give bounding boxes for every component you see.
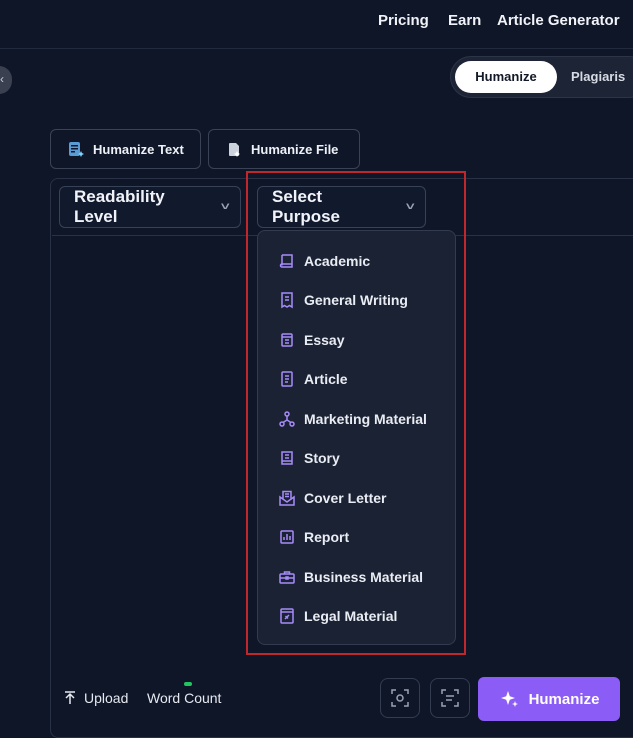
- purpose-option-label: Academic: [304, 253, 371, 269]
- legal-icon: [280, 608, 294, 624]
- purpose-option-marketing-material[interactable]: Marketing Material: [278, 407, 427, 431]
- chevron-left-icon: ‹: [0, 72, 4, 86]
- purpose-option-label: Article: [304, 371, 348, 387]
- upload-icon: [65, 691, 75, 704]
- mode-plagiarism-button[interactable]: Plagiaris: [571, 61, 625, 93]
- nav-earn[interactable]: Earn: [448, 12, 481, 29]
- sidebar-toggle-button[interactable]: ‹: [0, 66, 12, 94]
- purpose-option-academic[interactable]: Academic: [278, 249, 370, 273]
- nav-article-generator[interactable]: Article Generator: [497, 12, 620, 29]
- chevron-down-icon: ˅: [405, 201, 415, 213]
- upload-label: Upload: [84, 690, 129, 706]
- readability-level-select[interactable]: Readability Level ˅: [59, 186, 241, 228]
- word-count-indicator: [184, 682, 192, 686]
- purpose-option-label: Legal Material: [304, 608, 398, 624]
- file-icon: [229, 143, 240, 157]
- tab-humanize-text-label: Humanize Text: [93, 141, 184, 157]
- purpose-option-label: General Writing: [304, 292, 408, 308]
- text-doc-icon: [69, 142, 84, 157]
- mode-humanize-button[interactable]: Humanize: [455, 61, 557, 93]
- tab-humanize-text[interactable]: Humanize Text: [50, 129, 201, 169]
- purpose-option-essay[interactable]: Essay: [278, 328, 344, 352]
- report-chart-icon: [280, 530, 294, 544]
- book-icon: [279, 254, 293, 268]
- story-book-icon: [281, 451, 293, 465]
- purpose-option-report[interactable]: Report: [278, 525, 349, 549]
- text-scan-icon: [441, 689, 459, 707]
- purpose-option-label: Cover Letter: [304, 490, 387, 506]
- purpose-option-cover-letter[interactable]: Cover Letter: [278, 486, 386, 510]
- select-purpose-label: Select Purpose: [272, 187, 341, 226]
- select-purpose-dropdown[interactable]: Select Purpose ˅: [257, 186, 426, 228]
- purpose-option-business-material[interactable]: Business Material: [278, 565, 423, 589]
- purpose-option-label: Story: [304, 450, 340, 466]
- purpose-option-legal-material[interactable]: Legal Material: [278, 604, 397, 628]
- humanize-button-label: Humanize: [528, 690, 600, 708]
- essay-icon: [281, 333, 293, 347]
- purpose-option-label: Marketing Material: [304, 411, 427, 427]
- purpose-option-general-writing[interactable]: General Writing: [278, 288, 408, 312]
- sparkle-icon: [500, 691, 518, 707]
- purpose-option-label: Report: [304, 529, 350, 545]
- word-count-label: Word Count: [147, 690, 222, 706]
- chevron-down-icon: ˅: [220, 201, 230, 213]
- nav-pricing[interactable]: Pricing: [378, 12, 429, 29]
- text-scan-button[interactable]: [430, 678, 470, 718]
- scan-button[interactable]: [380, 678, 420, 718]
- briefcase-icon: [279, 571, 295, 584]
- scan-icon: [391, 689, 409, 707]
- purpose-option-article[interactable]: Article: [278, 367, 348, 391]
- readability-level-label: Readability Level: [74, 187, 165, 226]
- purpose-option-label: Business Material: [304, 569, 424, 585]
- network-icon: [279, 411, 295, 427]
- article-icon: [281, 371, 293, 387]
- purpose-option-story[interactable]: Story: [278, 446, 340, 470]
- humanize-button[interactable]: Humanize: [478, 677, 620, 721]
- envelope-icon: [279, 490, 295, 506]
- receipt-icon: [281, 292, 293, 309]
- top-nav: Pricing Earn Article Generator: [0, 0, 633, 49]
- tab-humanize-file-label: Humanize File: [251, 141, 339, 157]
- purpose-option-label: Essay: [304, 332, 345, 348]
- tab-humanize-file[interactable]: Humanize File: [208, 129, 360, 169]
- mode-switch: Humanize Plagiaris: [450, 56, 633, 98]
- purpose-menu: Academic General Writing Essay Article M…: [257, 230, 456, 645]
- upload-button[interactable]: Upload: [64, 690, 128, 706]
